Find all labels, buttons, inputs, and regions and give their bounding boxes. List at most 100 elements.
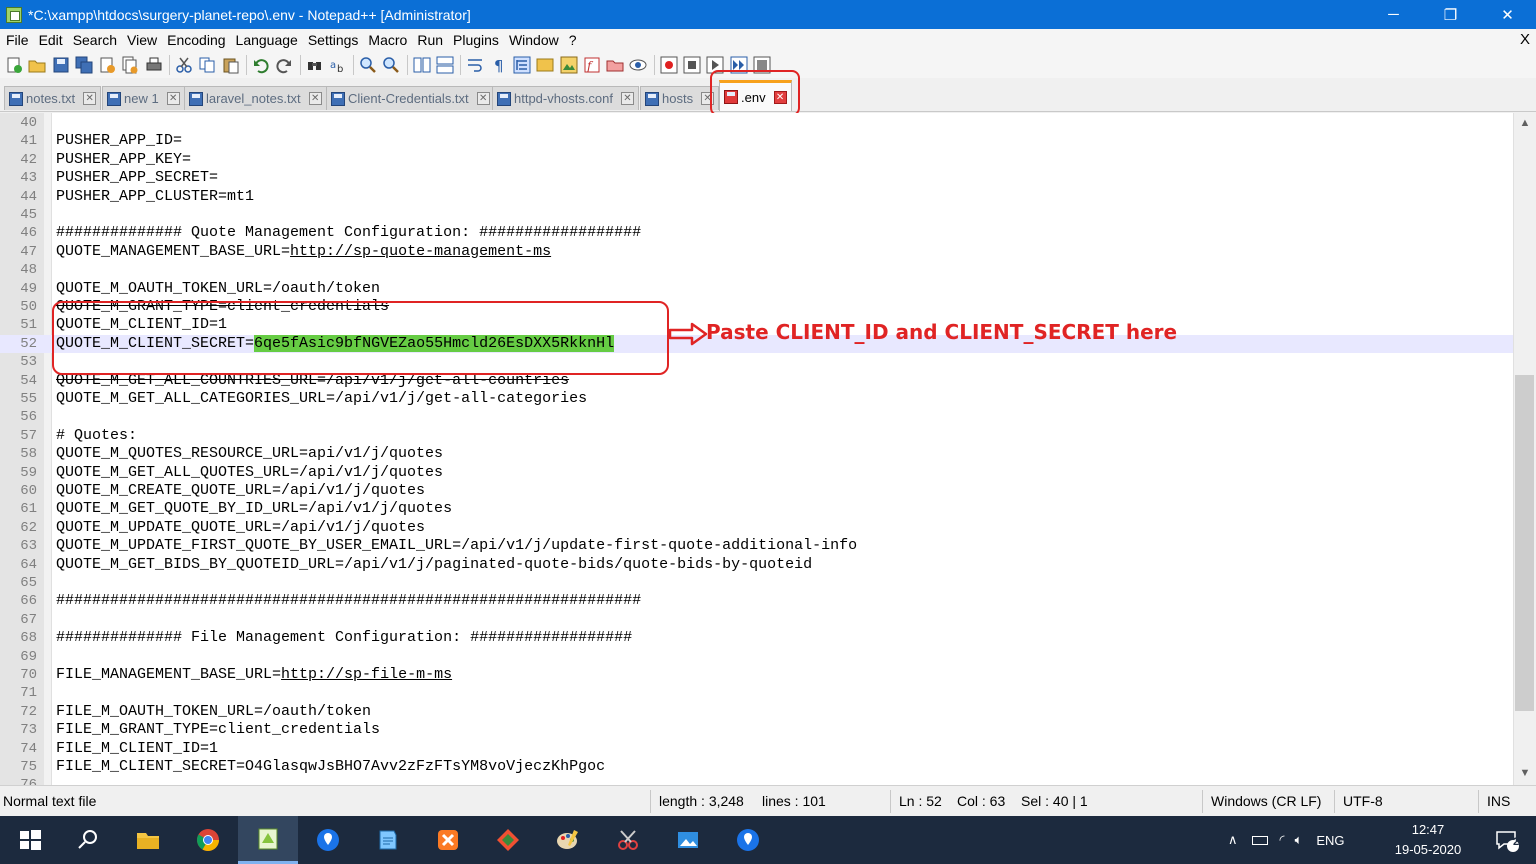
vertical-scrollbar[interactable]: ▲ ▼ — [1513, 113, 1536, 785]
chevron-up-icon[interactable]: ∧ — [1228, 832, 1238, 848]
stop-macro-icon[interactable] — [682, 55, 702, 75]
code-line[interactable]: 68 ############## File Management Configu… — [0, 629, 1518, 647]
tab-close-icon[interactable]: ✕ — [308, 92, 322, 105]
menu-settings[interactable]: Settings — [303, 29, 364, 51]
monitoring-icon[interactable] — [628, 55, 648, 75]
tab-hosts[interactable]: hosts ✕ — [640, 86, 720, 110]
menu-help[interactable]: ? — [564, 29, 582, 51]
tab-notes-txt[interactable]: notes.txt ✕ — [4, 86, 102, 110]
code-line[interactable]: 44 PUSHER_APP_CLUSTER=mt1 — [0, 188, 1518, 206]
scroll-up-icon[interactable]: ▲ — [1514, 115, 1536, 132]
code-line[interactable]: 59 QUOTE_M_GET_ALL_QUOTES_URL=/api/v1/j/q… — [0, 464, 1518, 482]
folder-workspace-icon[interactable] — [605, 55, 625, 75]
paste-icon[interactable] — [221, 55, 241, 75]
code-line[interactable]: 58 QUOTE_M_QUOTES_RESOURCE_URL=api/v1/j/q… — [0, 445, 1518, 463]
word-wrap-icon[interactable] — [465, 55, 485, 75]
tab-close-icon[interactable]: ✕ — [83, 92, 97, 105]
maps-pin-icon[interactable] — [298, 816, 358, 864]
code-line[interactable]: 57 # Quotes: — [0, 427, 1518, 445]
close-button[interactable]: ✕ — [1479, 0, 1536, 29]
menu-plugins[interactable]: Plugins — [448, 29, 504, 51]
tab-laravel-notes-txt[interactable]: laravel_notes.txt ✕ — [184, 86, 327, 110]
indent-guide-icon[interactable] — [512, 55, 532, 75]
code-line[interactable]: 73 FILE_M_GRANT_TYPE=client_credentials — [0, 721, 1518, 739]
scroll-down-icon[interactable]: ▼ — [1514, 765, 1536, 782]
code-line[interactable]: 55 QUOTE_M_GET_ALL_CATEGORIES_URL=/api/v1… — [0, 390, 1518, 408]
tab-httpd-vhosts-conf[interactable]: httpd-vhosts.conf ✕ — [492, 86, 639, 110]
notepad-icon[interactable] — [358, 816, 418, 864]
search-icon[interactable] — [58, 816, 118, 864]
scrollbar-thumb[interactable] — [1515, 375, 1534, 711]
chrome-icon[interactable] — [178, 816, 238, 864]
code-line[interactable]: 60 QUOTE_M_CREATE_QUOTE_URL=/api/v1/j/quo… — [0, 482, 1518, 500]
code-line[interactable]: 49 QUOTE_M_OAUTH_TOKEN_URL=/oauth/token — [0, 280, 1518, 298]
tab-close-icon[interactable]: ✕ — [166, 92, 180, 105]
code-line[interactable]: 42 PUSHER_APP_KEY= — [0, 151, 1518, 169]
editor-area[interactable]: 40 41 PUSHER_APP_ID= 42 PUSHER_APP_KEY= 43 PUS… — [0, 113, 1518, 785]
print-icon[interactable] — [144, 55, 164, 75]
find-icon[interactable] — [305, 55, 325, 75]
close-document-button[interactable]: X — [1520, 29, 1530, 51]
code-line[interactable]: 62 QUOTE_M_UPDATE_QUOTE_URL=/api/v1/j/quo… — [0, 519, 1518, 537]
sync-vertical-icon[interactable] — [412, 55, 432, 75]
notifications-icon[interactable]: 2 — [1476, 816, 1536, 864]
code-line[interactable]: 64 QUOTE_M_GET_BIDS_BY_QUOTEID_URL=/api/v… — [0, 556, 1518, 574]
code-line[interactable]: 45 — [0, 206, 1518, 224]
record-macro-icon[interactable] — [659, 55, 679, 75]
new-file-icon[interactable] — [4, 55, 24, 75]
code-line[interactable]: 71 — [0, 684, 1518, 702]
cut-icon[interactable] — [174, 55, 194, 75]
menu-run[interactable]: Run — [412, 29, 448, 51]
snipping-tool-icon[interactable] — [598, 816, 658, 864]
code-line[interactable]: 56 — [0, 408, 1518, 426]
code-line[interactable]: 40 — [0, 114, 1518, 132]
battery-icon[interactable] — [1251, 835, 1268, 845]
code-line[interactable]: 70 FILE_MANAGEMENT_BASE_URL=http://sp-fil… — [0, 666, 1518, 684]
code-line[interactable]: 48 — [0, 261, 1518, 279]
sync-horizontal-icon[interactable] — [435, 55, 455, 75]
code-line[interactable]: 67 — [0, 611, 1518, 629]
minimize-button[interactable]: ─ — [1365, 0, 1422, 29]
tab-close-icon[interactable]: ✕ — [621, 92, 634, 105]
photos-icon[interactable] — [658, 816, 718, 864]
url-link[interactable]: http://sp-quote-management-ms — [290, 243, 551, 260]
redo-icon[interactable] — [274, 55, 294, 75]
notepad-plus-plus-taskbar-icon[interactable] — [238, 816, 298, 864]
code-line[interactable]: 65 — [0, 574, 1518, 592]
clock[interactable]: 12:47 19-05-2020 — [1380, 820, 1476, 860]
menu-encoding[interactable]: Encoding — [162, 29, 230, 51]
code-line[interactable]: 43 PUSHER_APP_SECRET= — [0, 169, 1518, 187]
code-line[interactable]: 75 FILE_M_CLIENT_SECRET=O4GlasqwJsBHO7Avv… — [0, 758, 1518, 776]
code-line[interactable]: 74 FILE_M_CLIENT_ID=1 — [0, 740, 1518, 758]
wifi-icon[interactable]: ◜ — [1280, 832, 1285, 848]
file-explorer-icon[interactable] — [118, 816, 178, 864]
git-icon[interactable] — [478, 816, 538, 864]
document-map-icon[interactable] — [559, 55, 579, 75]
open-file-icon[interactable] — [27, 55, 47, 75]
show-all-chars-icon[interactable]: ¶ — [489, 55, 509, 75]
save-icon[interactable] — [51, 55, 71, 75]
tab-new-1[interactable]: new 1 ✕ — [102, 86, 185, 110]
url-link[interactable]: http://sp-file-m-ms — [281, 666, 452, 683]
xampp-icon[interactable] — [418, 816, 478, 864]
menu-language[interactable]: Language — [231, 29, 303, 51]
tab-close-icon[interactable]: ✕ — [476, 92, 490, 105]
undo-icon[interactable] — [251, 55, 271, 75]
windows-start-icon[interactable] — [0, 816, 60, 864]
code-line[interactable]: 72 FILE_M_OAUTH_TOKEN_URL=/oauth/token — [0, 703, 1518, 721]
save-all-icon[interactable] — [74, 55, 94, 75]
code-line[interactable]: 47 QUOTE_MANAGEMENT_BASE_URL=http://sp-qu… — [0, 243, 1518, 261]
code-line[interactable]: 41 PUSHER_APP_ID= — [0, 132, 1518, 150]
zoom-out-icon[interactable] — [381, 55, 401, 75]
code-line[interactable]: 69 — [0, 648, 1518, 666]
menu-macro[interactable]: Macro — [363, 29, 412, 51]
zoom-in-icon[interactable] — [358, 55, 378, 75]
language-indicator[interactable]: ENG — [1316, 833, 1344, 848]
copy-icon[interactable] — [197, 55, 217, 75]
close-all-icon[interactable] — [120, 55, 140, 75]
user-language-icon[interactable] — [535, 55, 555, 75]
code-line[interactable]: 76 — [0, 776, 1518, 785]
code-line[interactable]: 61 QUOTE_M_GET_QUOTE_BY_ID_URL=/api/v1/j/… — [0, 500, 1518, 518]
paint-icon[interactable] — [538, 816, 598, 864]
close-file-icon[interactable] — [97, 55, 117, 75]
